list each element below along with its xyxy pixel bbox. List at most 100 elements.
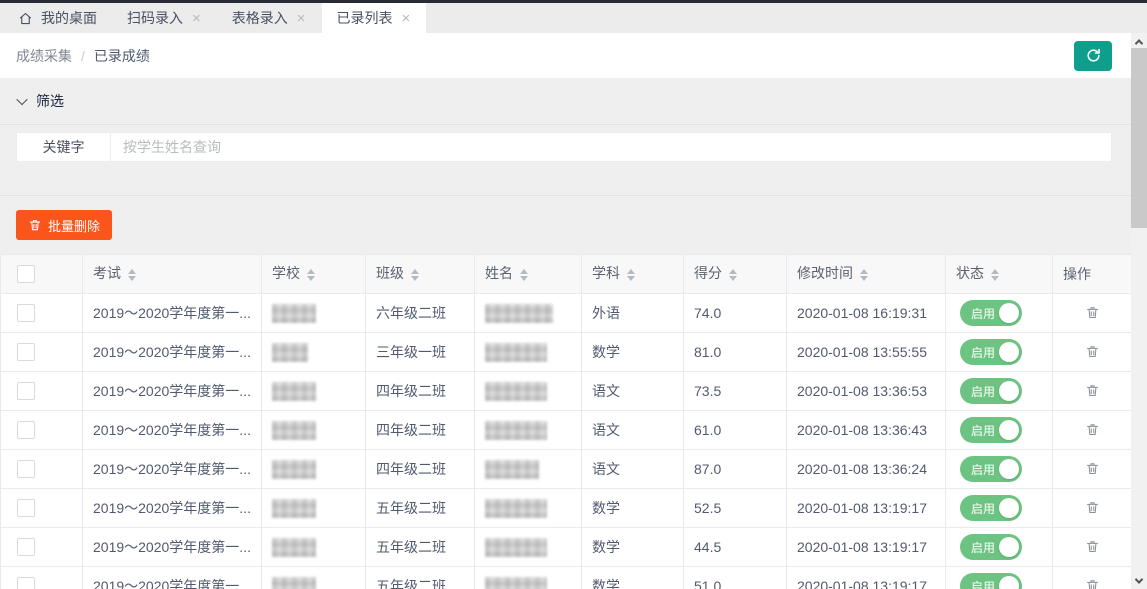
delete-row-button[interactable] xyxy=(1083,576,1102,589)
score-text: 52.5 xyxy=(694,500,721,516)
cell-action xyxy=(1053,372,1132,411)
delete-row-button[interactable] xyxy=(1083,303,1102,322)
table-row: 2019～2020学年度第一...四年级二班语文61.02020-01-08 1… xyxy=(1,411,1132,450)
cell-name xyxy=(475,372,582,411)
cell-modified: 2020-01-08 13:36:53 xyxy=(787,372,946,411)
toggle-knob xyxy=(999,420,1019,440)
subject-text: 语文 xyxy=(592,461,620,477)
delete-row-button[interactable] xyxy=(1083,342,1102,361)
cell-modified: 2020-01-08 13:19:17 xyxy=(787,489,946,528)
status-toggle[interactable]: 启用 xyxy=(960,495,1022,521)
cell-class: 四年级二班 xyxy=(366,372,475,411)
refresh-button[interactable] xyxy=(1074,41,1112,71)
sort-icon[interactable] xyxy=(520,265,528,285)
cell-select xyxy=(1,489,83,528)
close-icon[interactable]: × xyxy=(191,11,202,26)
sort-icon[interactable] xyxy=(729,265,737,285)
batch-delete-button[interactable]: 批量删除 xyxy=(16,210,112,240)
breadcrumb-parent[interactable]: 成绩采集 xyxy=(16,46,72,66)
status-toggle[interactable]: 启用 xyxy=(960,456,1022,482)
delete-row-button[interactable] xyxy=(1083,459,1102,478)
row-checkbox[interactable] xyxy=(17,460,35,478)
cell-exam: 2019～2020学年度第一... xyxy=(83,411,262,450)
column-header-exam[interactable]: 考试 xyxy=(83,255,262,294)
filter-collapse-header[interactable]: 筛选 xyxy=(0,78,1131,125)
status-toggle[interactable]: 启用 xyxy=(960,417,1022,443)
exam-text: 2019～2020学年度第一... xyxy=(93,461,251,477)
keyword-input[interactable] xyxy=(111,133,1111,161)
tab-2[interactable]: 扫码录入 × xyxy=(112,3,217,33)
tab-4[interactable]: 已录列表× xyxy=(322,3,427,33)
delete-row-button[interactable] xyxy=(1083,498,1102,517)
column-header-clazz[interactable]: 班级 xyxy=(366,255,475,294)
column-header-name[interactable]: 姓名 xyxy=(475,255,582,294)
tab-3[interactable]: 表格录入× xyxy=(217,3,322,33)
column-header-score[interactable]: 得分 xyxy=(684,255,787,294)
subject-text: 数学 xyxy=(592,578,620,589)
row-checkbox[interactable] xyxy=(17,577,35,589)
tab-1[interactable]: 我的桌面 xyxy=(0,3,112,33)
select-all-checkbox[interactable] xyxy=(17,265,35,283)
scroll-down-button[interactable] xyxy=(1131,572,1147,589)
column-header-subject[interactable]: 学科 xyxy=(582,255,684,294)
row-checkbox[interactable] xyxy=(17,304,35,322)
redacted-name xyxy=(485,577,547,589)
column-header-school[interactable]: 学校 xyxy=(262,255,366,294)
sort-icon[interactable] xyxy=(411,265,419,285)
sort-icon[interactable] xyxy=(991,265,999,285)
sort-icon[interactable] xyxy=(307,265,315,285)
breadcrumb-separator: / xyxy=(81,48,85,64)
cell-exam: 2019～2020学年度第一... xyxy=(83,567,262,589)
table-body: 2019～2020学年度第一...六年级二班外语74.02020-01-08 1… xyxy=(1,294,1132,589)
row-checkbox[interactable] xyxy=(17,382,35,400)
redacted-school xyxy=(272,382,316,401)
cell-status: 启用 xyxy=(946,489,1053,528)
sort-icon[interactable] xyxy=(860,265,868,285)
delete-row-button[interactable] xyxy=(1083,420,1102,439)
cell-name xyxy=(475,411,582,450)
cell-subject: 外语 xyxy=(582,294,684,333)
vertical-scrollbar[interactable] xyxy=(1131,33,1147,589)
column-header-modified[interactable]: 修改时间 xyxy=(787,255,946,294)
row-checkbox[interactable] xyxy=(17,538,35,556)
column-label: 状态 xyxy=(956,265,984,281)
status-toggle[interactable]: 启用 xyxy=(960,300,1022,326)
cell-select xyxy=(1,333,83,372)
toggle-knob xyxy=(999,576,1019,589)
column-header-status[interactable]: 状态 xyxy=(946,255,1053,294)
status-toggle[interactable]: 启用 xyxy=(960,573,1022,589)
close-icon[interactable]: × xyxy=(296,11,307,26)
scrollbar-thumb[interactable] xyxy=(1131,48,1147,228)
tab-label: 扫码录入 xyxy=(127,8,183,28)
row-checkbox[interactable] xyxy=(17,421,35,439)
status-toggle[interactable]: 启用 xyxy=(960,378,1022,404)
cell-score: 44.5 xyxy=(684,528,787,567)
status-toggle[interactable]: 启用 xyxy=(960,339,1022,365)
row-checkbox[interactable] xyxy=(17,343,35,361)
trash-icon xyxy=(28,218,42,232)
modified-text: 2020-01-08 13:55:55 xyxy=(797,344,927,360)
sort-icon[interactable] xyxy=(128,265,136,285)
status-toggle[interactable]: 启用 xyxy=(960,534,1022,560)
modified-text: 2020-01-08 13:36:43 xyxy=(797,422,927,438)
score-text: 87.0 xyxy=(694,461,721,477)
trash-icon xyxy=(1085,308,1100,323)
delete-row-button[interactable] xyxy=(1083,381,1102,400)
status-label: 启用 xyxy=(971,422,995,439)
cell-modified: 2020-01-08 13:36:24 xyxy=(787,450,946,489)
delete-row-button[interactable] xyxy=(1083,537,1102,556)
table-row: 2019～2020学年度第一...四年级二班语文73.52020-01-08 1… xyxy=(1,372,1132,411)
sort-icon[interactable] xyxy=(627,265,635,285)
redacted-school xyxy=(272,343,308,362)
cell-action xyxy=(1053,528,1132,567)
toggle-knob xyxy=(999,381,1019,401)
row-checkbox[interactable] xyxy=(17,499,35,517)
score-text: 61.0 xyxy=(694,422,721,438)
redacted-name xyxy=(485,538,547,557)
home-icon xyxy=(18,11,33,26)
cell-class: 四年级二班 xyxy=(366,411,475,450)
close-icon[interactable]: × xyxy=(401,11,412,26)
class-text: 五年级二班 xyxy=(376,539,446,555)
cell-class: 五年级二班 xyxy=(366,567,475,589)
cell-modified: 2020-01-08 13:36:43 xyxy=(787,411,946,450)
